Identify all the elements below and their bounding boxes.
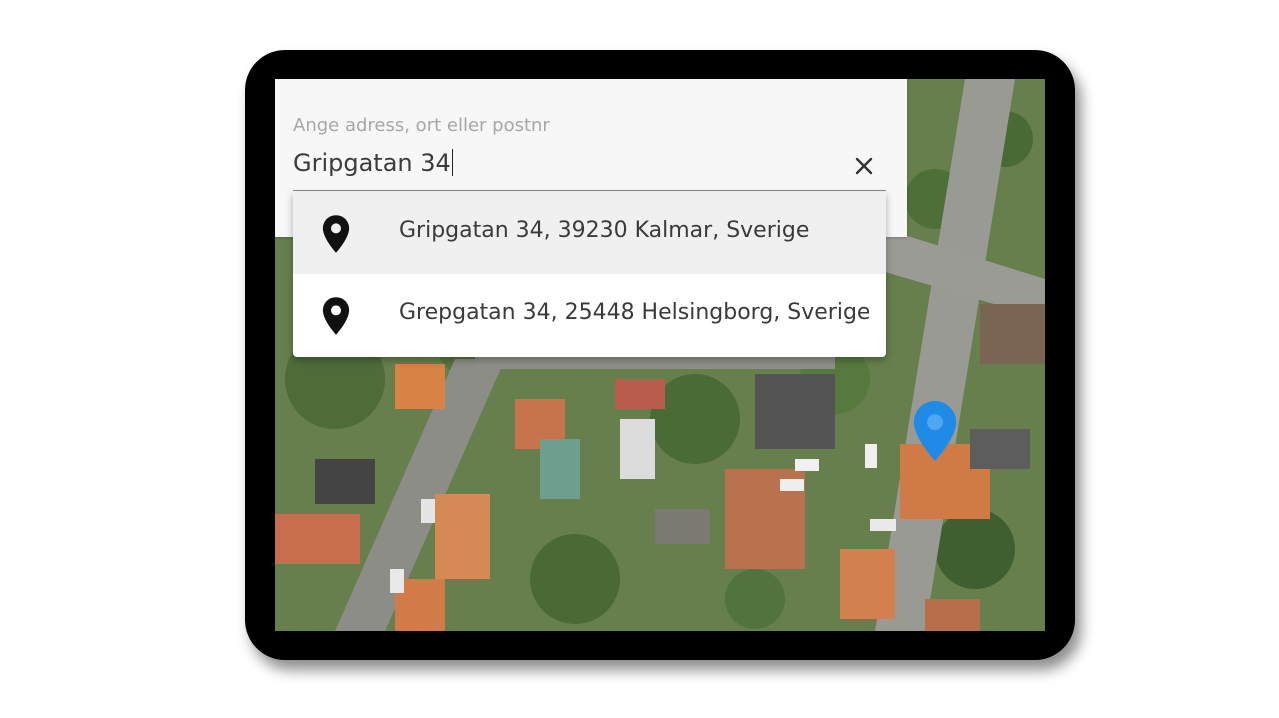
location-pin-icon: [322, 215, 350, 253]
app-screen: Ange adress, ort eller postnr Gripgatan …: [275, 79, 1045, 631]
search-input-value: Gripgatan 34: [293, 149, 451, 177]
suggestion-label: Gripgatan 34, 39230 Kalmar, Sverige: [399, 218, 810, 243]
close-icon[interactable]: [852, 154, 876, 178]
map-marker-icon[interactable]: [913, 401, 957, 461]
suggestion-label: Grepgatan 34, 25448 Helsingborg, Sverige: [399, 300, 869, 325]
text-caret: [451, 149, 453, 176]
tablet-device-frame: Ange adress, ort eller postnr Gripgatan …: [245, 50, 1075, 660]
search-input[interactable]: Gripgatan 34: [293, 149, 453, 177]
suggestion-item[interactable]: Grepgatan 34, 25448 Helsingborg, Sverige: [293, 274, 886, 356]
suggestions-dropdown: Gripgatan 34, 39230 Kalmar, Sverige Grep…: [293, 192, 886, 357]
search-input-underline: [293, 190, 886, 191]
location-pin-icon: [322, 297, 350, 335]
suggestion-item[interactable]: Gripgatan 34, 39230 Kalmar, Sverige: [293, 192, 886, 274]
search-field-label: Ange adress, ort eller postnr: [293, 115, 550, 136]
